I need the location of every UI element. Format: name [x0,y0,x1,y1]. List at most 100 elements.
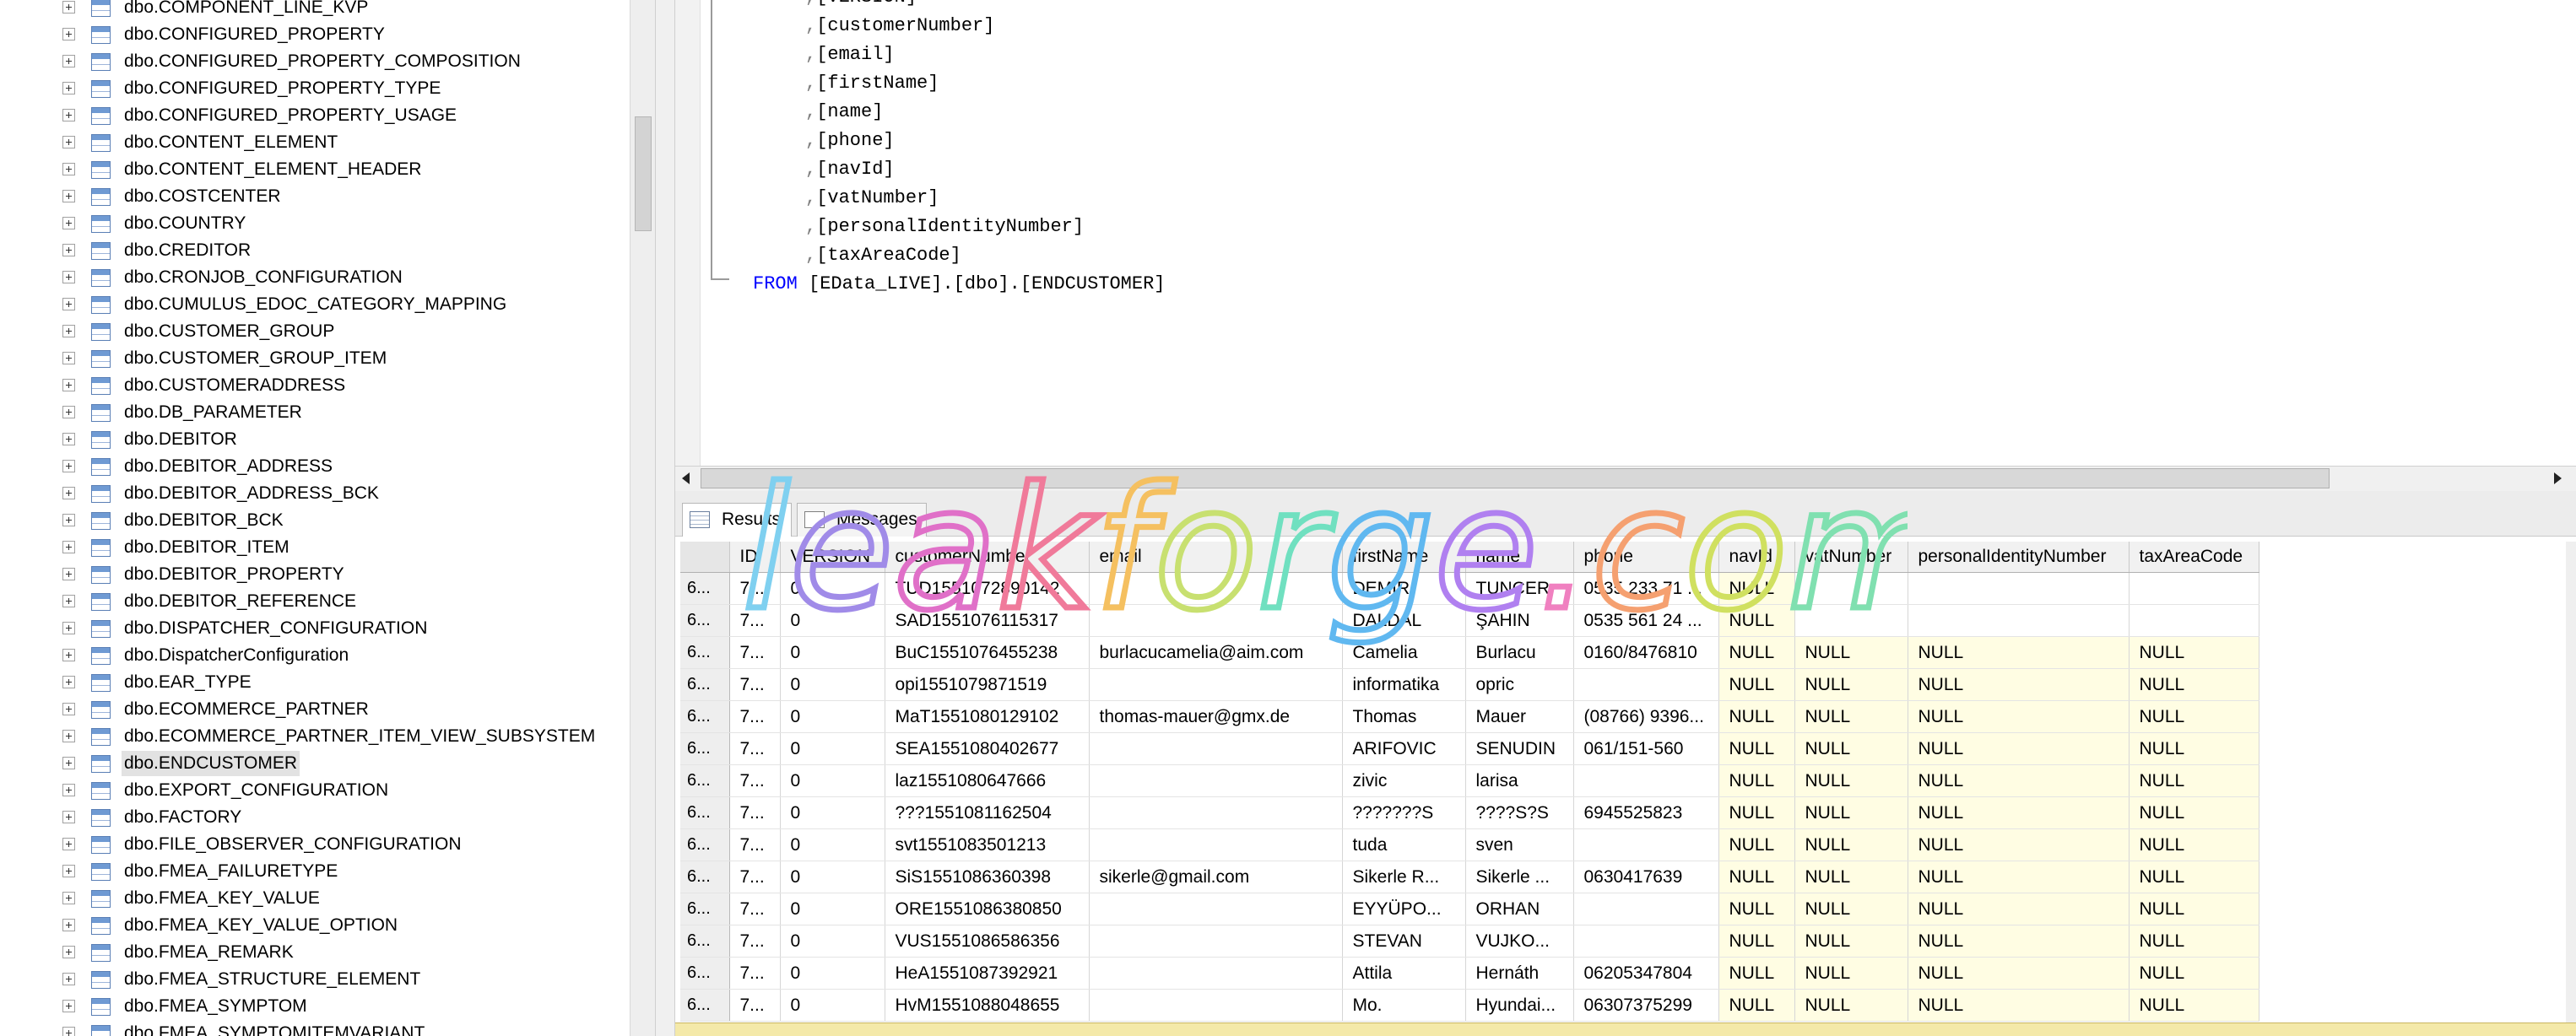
expand-plus-icon[interactable] [62,190,75,202]
grid-cell[interactable]: NULL [2129,732,2259,765]
tree-item-table[interactable]: dbo.EXPORT_CONFIGURATION [0,778,630,805]
tree-item-table[interactable]: dbo.CUSTOMER_GROUP [0,319,630,346]
grid-cell[interactable]: 7... [729,604,781,637]
grid-cell[interactable]: NULL [1718,604,1795,637]
grid-cell[interactable] [2129,604,2259,637]
grid-cell[interactable] [1089,764,1343,797]
tree-item-table[interactable]: dbo.CONTENT_ELEMENT [0,130,630,157]
grid-cell[interactable]: 7... [729,572,781,605]
expand-plus-icon[interactable] [62,622,75,634]
tree-item-table[interactable]: dbo.DEBITOR [0,427,630,454]
tree-item-table[interactable]: dbo.DEBITOR_ITEM [0,535,630,562]
grid-cell[interactable]: 7... [729,957,781,990]
grid-cell[interactable]: 0 [780,732,885,765]
grid-cell[interactable]: NULL [2129,861,2259,893]
grid-cell[interactable]: NULL [2129,989,2259,1022]
expand-plus-icon[interactable] [62,757,75,769]
expand-plus-icon[interactable] [62,28,75,40]
editor-scrollbar-thumb[interactable] [701,468,2330,488]
expand-plus-icon[interactable] [62,541,75,553]
expand-plus-icon[interactable] [62,460,75,472]
grid-cell[interactable]: SEA1551080402677 [885,732,1090,765]
row-header[interactable]: 6... [680,668,730,701]
grid-cell[interactable]: 7... [729,700,781,733]
grid-cell[interactable]: NULL [1718,861,1795,893]
grid-cell[interactable]: 0 [780,604,885,637]
grid-cell[interactable] [1908,604,2130,637]
row-header[interactable]: 6... [680,636,730,669]
grid-cell[interactable]: NULL [2129,828,2259,861]
grid-cell[interactable]: NULL [1718,764,1795,797]
grid-cell[interactable]: 7... [729,925,781,958]
grid-cell[interactable] [1089,828,1343,861]
grid-cell[interactable] [1089,668,1343,701]
tree-item-table[interactable]: dbo.CONFIGURED_PROPERTY_USAGE [0,103,630,130]
grid-cell[interactable]: NULL [1908,893,2130,925]
tree-item-table[interactable]: dbo.CONFIGURED_PROPERTY_COMPOSITION [0,49,630,76]
pane-splitter[interactable] [655,0,675,1036]
column-header[interactable]: name [1465,542,1574,573]
tree-item-table[interactable]: dbo.COSTCENTER [0,184,630,211]
expand-plus-icon[interactable] [62,433,75,445]
grid-cell[interactable]: informatika [1342,668,1466,701]
expand-plus-icon[interactable] [62,892,75,904]
row-header[interactable]: 6... [680,572,730,605]
grid-cell[interactable]: NULL [1718,700,1795,733]
grid-cell[interactable]: thomas-mauer@gmx.de [1089,700,1343,733]
row-header[interactable]: 6... [680,796,730,829]
grid-cell[interactable] [2129,572,2259,605]
row-header[interactable]: 6... [680,828,730,861]
grid-cell[interactable]: larisa [1465,764,1574,797]
column-header[interactable]: email [1089,542,1343,573]
expand-plus-icon[interactable] [62,487,75,499]
row-header[interactable]: 6... [680,893,730,925]
column-header[interactable]: phone [1573,542,1719,573]
table-row[interactable]: 6... 7... 0 svt1551083501213 tuda sven NULL NUL… [680,828,2259,861]
tree-item-table[interactable]: dbo.DISPATCHER_CONFIGURATION [0,616,630,643]
column-header[interactable]: ID [729,542,781,573]
grid-cell[interactable]: NULL [1718,732,1795,765]
tree-item-table[interactable]: dbo.FMEA_SYMPTOM [0,994,630,1021]
grid-cell[interactable] [1089,796,1343,829]
grid-cell[interactable] [1089,893,1343,925]
expand-plus-icon[interactable] [62,973,75,985]
grid-cell[interactable] [1573,828,1719,861]
grid-cell[interactable]: NULL [2129,764,2259,797]
tree-item-table[interactable]: dbo.DEBITOR_ADDRESS_BCK [0,481,630,508]
grid-cell[interactable]: svt1551083501213 [885,828,1090,861]
table-row[interactable]: 6... 7... 0 ???1551081162504 ???????S ????S?S… [680,796,2259,829]
tree-item-table[interactable]: dbo.DEBITOR_ADDRESS [0,454,630,481]
column-header[interactable]: customerNumber [885,542,1090,573]
grid-cell[interactable]: 7... [729,828,781,861]
expand-plus-icon[interactable] [62,298,75,310]
tree-item-table[interactable]: dbo.CREDITOR [0,238,630,265]
grid-cell[interactable]: NULL [2129,636,2259,669]
grid-cell[interactable]: 06307375299 [1573,989,1719,1022]
grid-cell[interactable]: NULL [1908,989,2130,1022]
tree-item-table[interactable]: dbo.EAR_TYPE [0,670,630,697]
grid-cell[interactable]: NULL [1718,957,1795,990]
grid-cell[interactable]: NULL [1718,636,1795,669]
grid-cell[interactable]: ARIFOVIC [1342,732,1466,765]
table-row[interactable]: 6... 7... 0 MaT1551080129102 thomas-mauer@gm… [680,700,2259,733]
grid-cell[interactable]: NULL [1908,828,2130,861]
tree-item-table[interactable]: dbo.ENDCUSTOMER [0,751,630,778]
grid-cell[interactable]: 0 [780,668,885,701]
row-header[interactable]: 6... [680,957,730,990]
grid-cell[interactable]: BuC1551076455238 [885,636,1090,669]
row-header[interactable]: 6... [680,764,730,797]
grid-cell[interactable]: 0535 561 24 ... [1573,604,1719,637]
grid-cell[interactable] [1573,764,1719,797]
grid-cell[interactable]: NULL [1794,668,1908,701]
grid-cell[interactable]: DEMIR [1342,572,1466,605]
grid-cell[interactable]: 06205347804 [1573,957,1719,990]
grid-cell[interactable]: 0535 233 71 ... [1573,572,1719,605]
grid-cell[interactable]: STEVAN [1342,925,1466,958]
grid-cell[interactable]: Hernáth [1465,957,1574,990]
grid-cell[interactable]: Thomas [1342,700,1466,733]
expand-plus-icon[interactable] [62,730,75,742]
grid-cell[interactable]: ŞAHIN [1465,604,1574,637]
grid-cell[interactable]: 7... [729,861,781,893]
row-header[interactable]: 6... [680,700,730,733]
expand-plus-icon[interactable] [62,595,75,607]
